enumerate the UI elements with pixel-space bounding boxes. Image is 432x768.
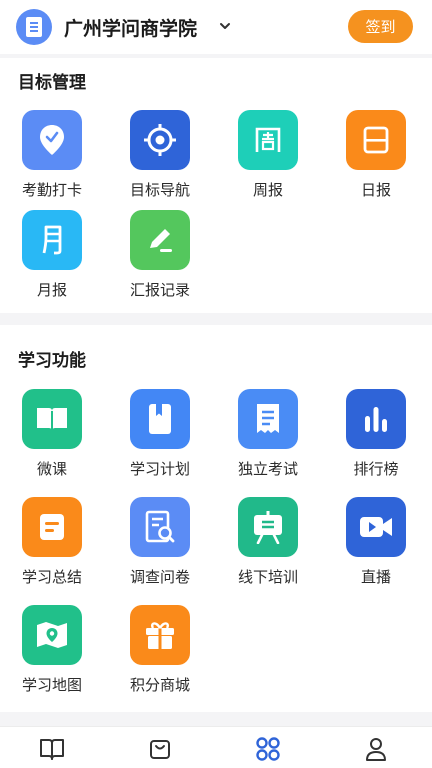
tile-label: 学习计划 [129, 460, 190, 478]
weekly-report-icon [238, 110, 298, 170]
tile-attendance[interactable]: 考勤打卡 [7, 110, 97, 210]
tile-study-plan[interactable]: 学习计划 [115, 389, 205, 489]
chevron-down-icon[interactable] [218, 18, 232, 32]
checkin-button[interactable]: 签到 [348, 10, 413, 43]
receipt-icon [238, 389, 298, 449]
tile-label: 独立考试 [237, 460, 298, 478]
tile-label: 排行榜 [353, 460, 399, 478]
tile-label: 积分商城 [129, 676, 190, 694]
tile-label: 微课 [36, 460, 67, 478]
tile-label: 线下培训 [237, 568, 298, 586]
book-open-icon [22, 389, 82, 449]
easel-icon [238, 497, 298, 557]
bottom-tab-bar [0, 726, 432, 768]
document-icon [22, 497, 82, 557]
tile-label: 目标导航 [129, 181, 190, 199]
daily-report-icon [346, 110, 406, 170]
tile-survey[interactable]: 调查问卷 [115, 497, 205, 597]
tile-label: 学习总结 [21, 568, 82, 586]
tile-label: 日报 [360, 181, 391, 199]
tile-offline-training[interactable]: 线下培训 [223, 497, 313, 597]
tile-label: 直播 [360, 568, 391, 586]
gift-icon [130, 605, 190, 665]
user-tab-icon[interactable] [362, 735, 390, 763]
survey-search-icon [130, 497, 190, 557]
target-management-section: 目标管理 考勤打卡 目标导航 周报 日报 月报 汇报记录 [0, 58, 432, 313]
monthly-report-icon [22, 210, 82, 270]
tile-monthly-report[interactable]: 月报 [7, 210, 97, 310]
tile-label: 调查问卷 [129, 568, 190, 586]
study-functions-section: 学习功能 微课 学习计划 独立考试 排行榜 学习总结 调查问卷 线下培训 直播 … [0, 325, 432, 712]
tile-label: 月报 [36, 281, 67, 299]
org-name[interactable]: 广州学问商学院 [64, 14, 197, 41]
bag-tab-icon[interactable] [146, 735, 174, 763]
bookmark-book-icon [130, 389, 190, 449]
tile-learning-map[interactable]: 学习地图 [7, 605, 97, 705]
tile-report-records[interactable]: 汇报记录 [115, 210, 205, 310]
tile-live[interactable]: 直播 [331, 497, 421, 597]
tile-micro-course[interactable]: 微课 [7, 389, 97, 489]
tile-target-nav[interactable]: 目标导航 [115, 110, 205, 210]
tile-label: 周报 [252, 181, 283, 199]
tile-label: 考勤打卡 [21, 181, 82, 199]
edit-icon [130, 210, 190, 270]
video-camera-icon [346, 497, 406, 557]
tile-points-mall[interactable]: 积分商城 [115, 605, 205, 705]
section-title: 目标管理 [18, 73, 86, 93]
tile-label: 汇报记录 [129, 281, 190, 299]
map-pin-icon [22, 605, 82, 665]
app-header: 广州学问商学院 签到 [0, 0, 432, 54]
tile-exam[interactable]: 独立考试 [223, 389, 313, 489]
tile-daily-report[interactable]: 日报 [331, 110, 421, 210]
location-check-icon [22, 110, 82, 170]
book-tab-icon[interactable] [38, 735, 66, 763]
tile-label: 学习地图 [21, 676, 82, 694]
apps-tab-icon[interactable] [254, 735, 282, 763]
tile-leaderboard[interactable]: 排行榜 [331, 389, 421, 489]
section-title: 学习功能 [18, 351, 86, 371]
target-icon [130, 110, 190, 170]
tile-weekly-report[interactable]: 周报 [223, 110, 313, 210]
org-logo-icon[interactable] [16, 9, 52, 45]
bar-chart-icon [346, 389, 406, 449]
tile-study-summary[interactable]: 学习总结 [7, 497, 97, 597]
